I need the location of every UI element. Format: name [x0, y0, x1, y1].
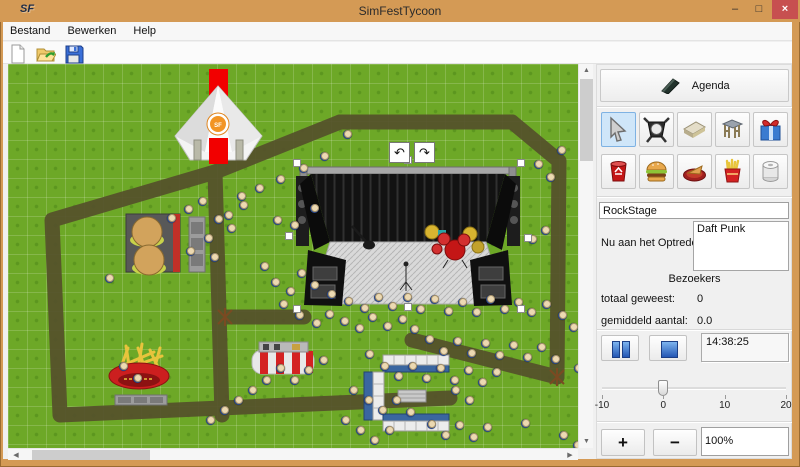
maximize-button[interactable]: □: [748, 0, 770, 19]
total-visitors-value: 0: [697, 293, 703, 305]
now-performing-list[interactable]: Daft Punk: [693, 221, 789, 271]
zoom-level-field: 100%: [701, 427, 789, 456]
selection-handle-layer: [8, 64, 578, 448]
selection-handle[interactable]: [293, 305, 301, 313]
title-bar[interactable]: SF SimFestTycoon – □ ×: [0, 0, 800, 22]
zoom-in-button[interactable]: +: [601, 429, 645, 456]
scroll-down-icon[interactable]: ▼: [579, 438, 594, 445]
vertical-scroll-thumb[interactable]: [580, 79, 593, 161]
slider-tick-label: 10: [719, 400, 730, 411]
menu-bestand[interactable]: Bestand: [3, 22, 57, 37]
total-visitors-label: totaal geweest:: [601, 293, 675, 305]
tool-trash-bin-button[interactable]: [601, 154, 636, 189]
minimize-button[interactable]: –: [724, 0, 746, 19]
horizontal-scrollbar[interactable]: ◀ ▶: [8, 448, 578, 460]
stop-button[interactable]: [649, 335, 687, 361]
open-file-icon[interactable]: [35, 43, 59, 63]
speed-slider[interactable]: -1001020: [602, 387, 786, 390]
agenda-label: Agenda: [692, 80, 730, 92]
client-area: Bestand Bewerken Help: [3, 22, 792, 459]
stage-name-input[interactable]: [599, 202, 789, 219]
average-visitors-value: 0.0: [697, 315, 712, 327]
selection-handle[interactable]: [517, 305, 525, 313]
clock-field: 14:38:25: [701, 333, 789, 362]
slider-tick-label: 0: [661, 400, 667, 411]
tool-cursor-button[interactable]: [601, 112, 636, 147]
selection-handle[interactable]: [517, 159, 525, 167]
slider-tick: [663, 395, 664, 399]
save-file-icon[interactable]: [63, 43, 87, 63]
tool-food-plate-button[interactable]: [677, 154, 712, 189]
new-file-icon[interactable]: [7, 43, 31, 63]
slider-tick: [602, 395, 603, 399]
visitors-header: Bezoekers: [597, 273, 792, 285]
tool-stage-platform-button[interactable]: [677, 112, 712, 147]
list-item[interactable]: Daft Punk: [697, 223, 785, 235]
control-panel: Agenda: [596, 64, 792, 459]
horizontal-scroll-thumb[interactable]: [32, 450, 150, 460]
separator: [597, 196, 792, 198]
rotate-left-button[interactable]: ↶: [389, 142, 410, 163]
selection-handle[interactable]: [524, 234, 532, 242]
app-window: SF SimFestTycoon – □ × Bestand Bewerken …: [0, 0, 800, 467]
now-performing-label: Nu aan het Optreden:: [601, 237, 707, 249]
vertical-scrollbar[interactable]: ▲ ▼: [578, 64, 593, 448]
scroll-right-icon[interactable]: ▶: [565, 451, 575, 459]
tool-toilet-paper-button[interactable]: [753, 154, 788, 189]
scroll-up-icon[interactable]: ▲: [579, 67, 594, 74]
slider-tick-label: -10: [595, 400, 609, 411]
tool-hamburger-button[interactable]: [639, 154, 674, 189]
selection-handle[interactable]: [404, 303, 412, 311]
slider-tick: [725, 395, 726, 399]
average-visitors-label: gemiddeld aantal:: [601, 315, 688, 327]
slider-tick: [786, 395, 787, 399]
tool-tent-frame-button[interactable]: [715, 112, 750, 147]
separator: [597, 421, 792, 423]
selection-handle[interactable]: [293, 159, 301, 167]
tool-fries-button[interactable]: [715, 154, 750, 189]
rotate-right-button[interactable]: ↷: [414, 142, 435, 163]
zoom-out-button[interactable]: −: [653, 429, 697, 456]
pause-button[interactable]: [601, 335, 639, 361]
scroll-left-icon[interactable]: ◀: [11, 451, 21, 459]
separator: [597, 106, 792, 108]
agenda-book-icon: [659, 78, 681, 94]
selection-handle[interactable]: [285, 232, 293, 240]
tool-spotlight-button[interactable]: [639, 112, 674, 147]
slider-tick-label: 20: [780, 400, 791, 411]
festival-map[interactable]: SF: [8, 64, 578, 448]
separator: [597, 329, 792, 331]
toolbar: [3, 42, 792, 64]
menu-help[interactable]: Help: [126, 22, 163, 37]
menu-bar: Bestand Bewerken Help: [3, 22, 792, 41]
tool-gift-button[interactable]: [753, 112, 788, 147]
agenda-button[interactable]: Agenda: [600, 69, 789, 102]
close-button[interactable]: ×: [772, 0, 798, 19]
speed-slider-thumb[interactable]: [658, 380, 668, 396]
window-title: SimFestTycoon: [0, 4, 800, 18]
menu-bewerken[interactable]: Bewerken: [60, 22, 123, 37]
